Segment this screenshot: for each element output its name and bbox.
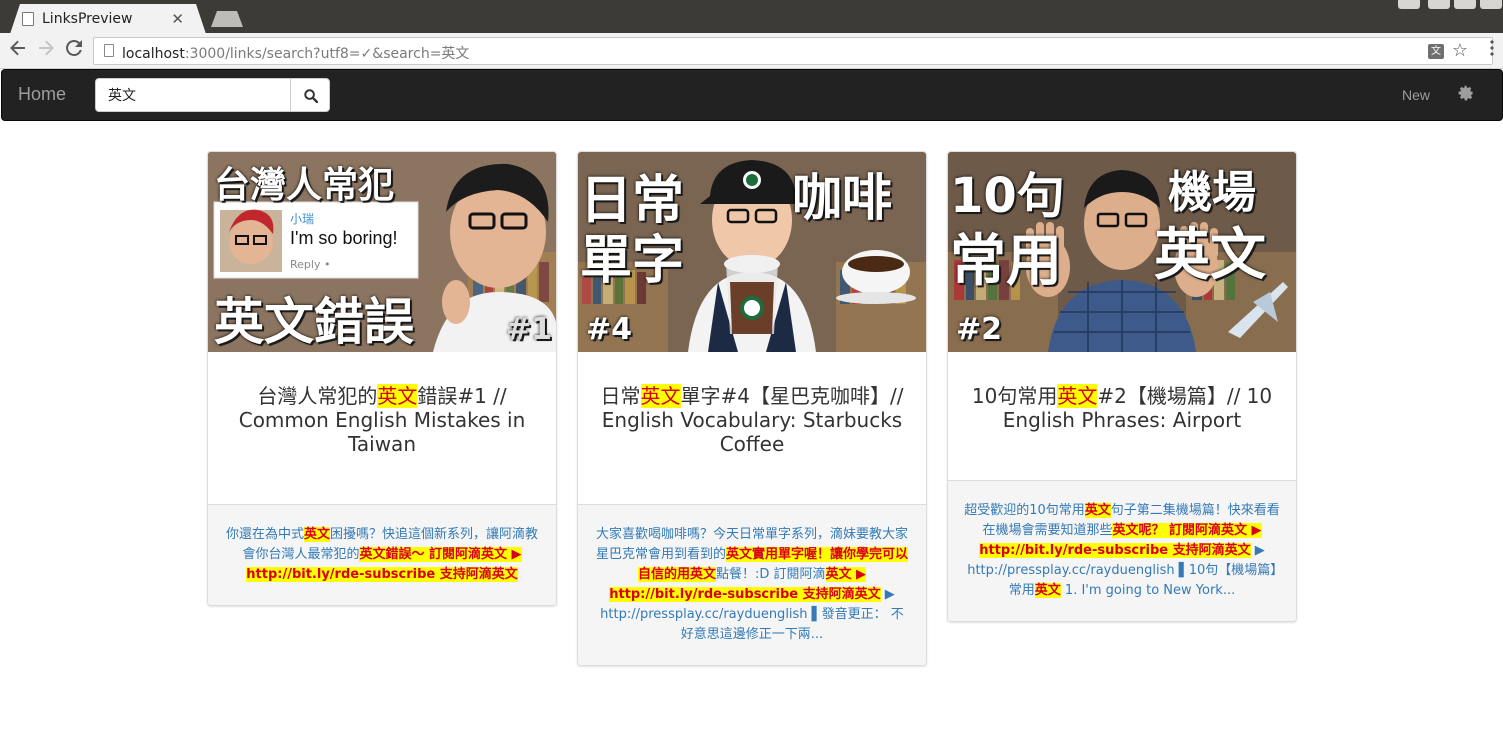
back-arrow-icon[interactable] xyxy=(6,39,30,63)
thumbnail-caption: 咖啡 xyxy=(792,169,892,227)
desc-text: 點餐！:D 訂閱阿滴 xyxy=(715,567,826,582)
video-thumbnail[interactable]: 台灣人常犯 英文錯誤 #1 小瑞 I'm so boring! Reply • xyxy=(208,152,556,352)
forward-arrow-icon[interactable] xyxy=(34,39,58,63)
translate-icon[interactable]: 文 xyxy=(1428,44,1444,59)
desc-highlight: 英文 xyxy=(303,527,330,542)
browser-titlebar: LinksPreview ✕ xyxy=(0,0,1503,34)
title-highlight: 英文 xyxy=(640,384,681,408)
thumbnail-badge: #4 xyxy=(586,312,633,347)
thumbnail-badge: #2 xyxy=(956,312,1003,347)
comment-user: 小瑞 xyxy=(290,212,315,226)
search-input[interactable] xyxy=(95,78,291,112)
thumbnail-badge: #1 xyxy=(506,312,553,347)
close-tab-icon[interactable]: ✕ xyxy=(171,10,184,28)
browser-toolbar: localhost:3000/links/search?utf8=✓&searc… xyxy=(0,33,1503,69)
thumbnail-caption: 常用 xyxy=(950,229,1062,294)
desc-text: 1. I'm going to New York... xyxy=(1060,583,1236,598)
browser-tab-content[interactable]: LinksPreview ✕ xyxy=(10,4,188,34)
minimize-icon[interactable] xyxy=(1428,0,1450,9)
gear-icon[interactable] xyxy=(1458,85,1474,105)
new-tab-button[interactable] xyxy=(211,11,243,27)
bookmark-star-icon[interactable]: ☆ xyxy=(1452,40,1468,61)
thumbnail-caption: 單字 xyxy=(580,231,685,291)
app-navbar: Home New xyxy=(1,69,1503,121)
desc-highlight: 英文 xyxy=(1034,583,1061,598)
search-button[interactable] xyxy=(290,78,330,112)
video-thumbnail[interactable]: 日常 單字 咖啡 #4 xyxy=(578,152,926,352)
url-path: :3000/links/search?utf8=✓&search=英文 xyxy=(184,46,470,62)
video-thumbnail[interactable]: 10句 常用 機場 英文 #2 xyxy=(948,152,1296,352)
comment-reply: Reply • xyxy=(290,258,331,271)
desc-highlight: 英文 xyxy=(1084,503,1111,518)
thumbnail-caption: 英文錯誤 xyxy=(214,293,414,351)
link-card: 台灣人常犯 英文錯誤 #1 小瑞 I'm so boring! Reply • … xyxy=(207,151,557,606)
reload-icon[interactable] xyxy=(62,39,86,63)
card-title[interactable]: 日常英文單字#4【星巴克咖啡】// English Vocabulary: St… xyxy=(578,352,926,504)
card-description: 你還在為中式英文困擾嗎？快追這個新系列，讓阿滴教會你台灣人最常犯的英文錯誤～ 訂… xyxy=(208,504,556,605)
desc-text: 超受歡迎的10句常用 xyxy=(964,503,1085,518)
link-card: 10句 常用 機場 英文 #2 10句常用英文#2【機場篇】// 10 Engl… xyxy=(947,151,1297,622)
card-title[interactable]: 台灣人常犯的英文錯誤#1 // Common English Mistakes … xyxy=(208,352,556,504)
url-text[interactable]: localhost:3000/links/search?utf8=✓&searc… xyxy=(122,43,469,63)
title-highlight: 英文 xyxy=(1057,384,1098,408)
search-form xyxy=(95,78,331,112)
link-card: 日常 單字 咖啡 #4 日常英文單字#4【星巴克咖啡】// English Vo… xyxy=(577,151,927,666)
comment-text: I'm so boring! xyxy=(290,228,398,248)
new-link[interactable]: New xyxy=(1402,87,1430,103)
card-title[interactable]: 10句常用英文#2【機場篇】// 10 English Phrases: Air… xyxy=(948,352,1296,480)
page-info-icon[interactable] xyxy=(104,44,114,57)
title-text: 日常 xyxy=(600,384,641,408)
search-icon xyxy=(304,89,318,103)
card-description: 大家喜歡喝咖啡嗎？今天日常單字系列，滴妹要教大家星巴克常會用到看到的英文實用單字… xyxy=(578,504,926,665)
window-menu-icon[interactable] xyxy=(1398,0,1420,9)
thumbnail-caption: 英文 xyxy=(1154,223,1266,288)
thumbnail-caption: 台灣人常犯 xyxy=(214,165,395,206)
title-text: 台灣人常犯的 xyxy=(257,384,378,408)
card-description: 超受歡迎的10句常用英文句子第二集機場篇！快來看看在機場會需要知道那些英文呢？ … xyxy=(948,480,1296,621)
home-link[interactable]: Home xyxy=(18,84,66,105)
page-icon xyxy=(22,12,34,26)
title-text: 10句常用 xyxy=(971,384,1058,408)
address-bar[interactable]: localhost:3000/links/search?utf8=✓&searc… xyxy=(93,37,1493,65)
tab-title: LinksPreview xyxy=(42,11,133,27)
maximize-icon[interactable] xyxy=(1454,0,1476,9)
desc-text: 你還在為中式 xyxy=(225,527,304,542)
title-highlight: 英文 xyxy=(377,384,418,408)
url-host: localhost xyxy=(122,46,185,62)
close-window-icon[interactable] xyxy=(1480,0,1502,9)
browser-menu-icon[interactable] xyxy=(1490,40,1502,56)
